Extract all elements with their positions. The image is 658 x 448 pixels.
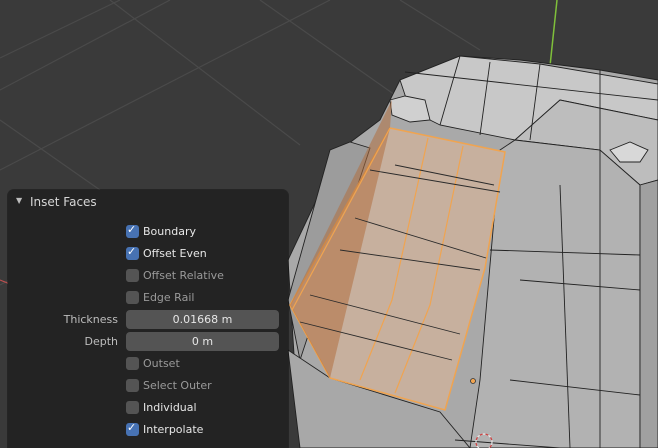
depth-row: Depth 0 m <box>8 331 288 353</box>
panel-title: Inset Faces <box>30 195 97 209</box>
individual-label: Individual <box>143 401 197 414</box>
offset-relative-label: Offset Relative <box>143 269 224 282</box>
operator-panel: ▼ Inset Faces ✓ Boundary ✓ Offset Even O… <box>8 190 288 448</box>
select-outer-checkbox[interactable] <box>126 379 139 392</box>
select-outer-label: Select Outer <box>143 379 212 392</box>
checkmark-icon: ✓ <box>127 245 137 258</box>
checkmark-icon: ✓ <box>127 223 137 236</box>
interpolate-checkbox[interactable]: ✓ <box>126 421 139 436</box>
checkmark-icon: ✓ <box>127 421 137 434</box>
option-outset[interactable]: Outset <box>8 353 288 375</box>
option-offset-relative[interactable]: Offset Relative <box>8 265 288 287</box>
collapse-arrow-icon[interactable]: ▼ <box>16 196 22 205</box>
option-offset-even[interactable]: ✓ Offset Even <box>8 243 288 265</box>
outset-checkbox[interactable] <box>126 357 139 370</box>
option-interpolate[interactable]: ✓ Interpolate <box>8 419 288 441</box>
offset-even-label: Offset Even <box>143 247 207 260</box>
edge-rail-checkbox[interactable] <box>126 291 139 304</box>
thickness-label: Thickness <box>63 313 118 326</box>
thickness-row: Thickness 0.01668 m <box>8 309 288 331</box>
option-select-outer[interactable]: Select Outer <box>8 375 288 397</box>
thickness-field[interactable]: 0.01668 m <box>126 310 279 329</box>
outset-label: Outset <box>143 357 180 370</box>
edge-rail-label: Edge Rail <box>143 291 195 304</box>
offset-even-checkbox[interactable]: ✓ <box>126 245 139 260</box>
option-edge-rail[interactable]: Edge Rail <box>8 287 288 309</box>
object-origin-icon <box>470 378 476 384</box>
interpolate-label: Interpolate <box>143 423 204 436</box>
individual-checkbox[interactable] <box>126 401 139 414</box>
depth-field[interactable]: 0 m <box>126 332 279 351</box>
boundary-checkbox[interactable]: ✓ <box>126 223 139 238</box>
option-individual[interactable]: Individual <box>8 397 288 419</box>
depth-label: Depth <box>84 335 118 348</box>
boundary-label: Boundary <box>143 225 196 238</box>
panel-header[interactable]: ▼ Inset Faces <box>8 190 288 214</box>
offset-relative-checkbox[interactable] <box>126 269 139 282</box>
option-boundary[interactable]: ✓ Boundary <box>8 221 288 243</box>
